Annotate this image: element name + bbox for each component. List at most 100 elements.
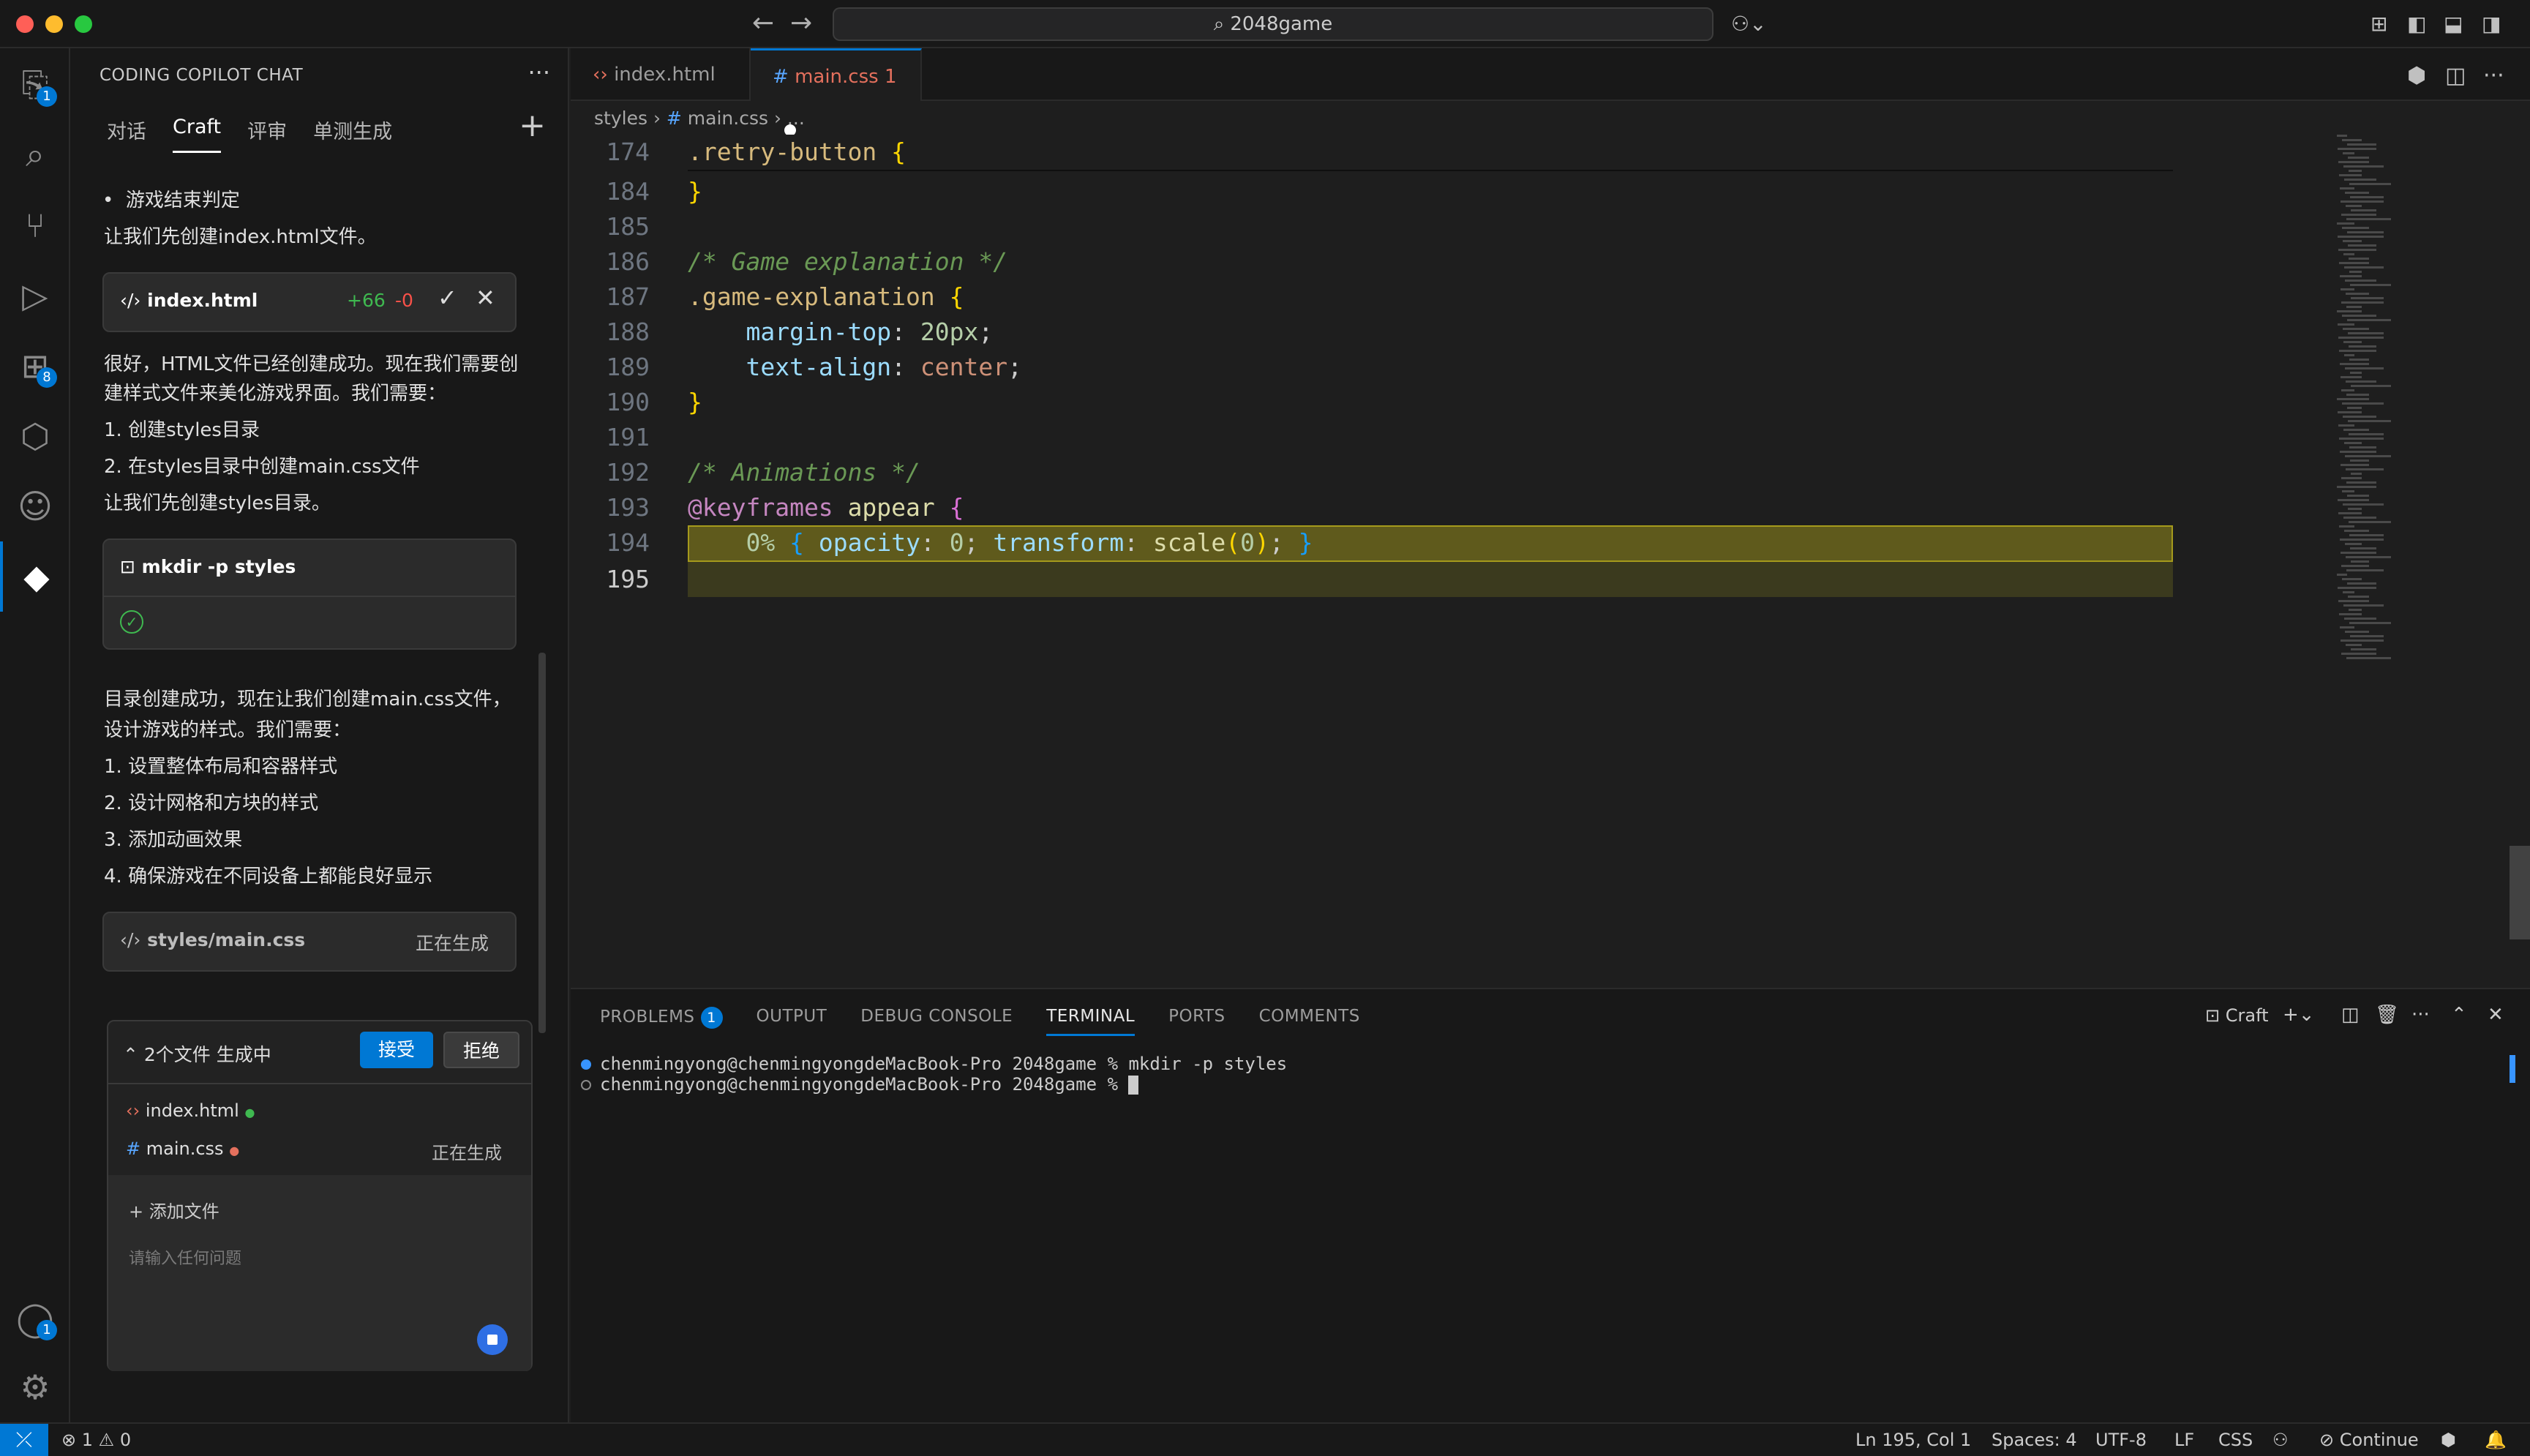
craft-status-icon[interactable]: ⬢ — [2441, 1424, 2456, 1456]
remote-indicator-icon[interactable]: ⤫ — [0, 1424, 48, 1456]
generating-file-card[interactable]: ‹/› styles/main.css 正在生成 — [102, 912, 517, 972]
accept-button[interactable]: 接受 — [360, 1032, 433, 1068]
split-terminal-icon[interactable]: ◫ — [2341, 1004, 2360, 1026]
minimap-line — [2341, 301, 2384, 304]
tab-ports[interactable]: PORTS — [1168, 1007, 1225, 1036]
maximize-panel-icon[interactable]: ⌃ — [2451, 1004, 2467, 1026]
new-terminal-icon[interactable]: +⌄ — [2283, 1004, 2315, 1026]
tab-terminal[interactable]: TERMINAL — [1046, 1007, 1136, 1036]
tab-unit-test[interactable]: 单测生成 — [313, 116, 392, 153]
minimap-line — [2349, 534, 2384, 536]
code-line[interactable]: 190} — [571, 385, 2334, 420]
more-actions-icon[interactable]: ··· — [2411, 1004, 2430, 1026]
chat-input[interactable]: 请输入任何问题 — [129, 1245, 509, 1275]
minimap[interactable] — [2334, 135, 2444, 705]
gen-file-item[interactable]: ‹› index.html ● — [126, 1100, 255, 1121]
split-editor-icon[interactable]: ◫ — [2445, 63, 2466, 89]
more-actions-icon[interactable]: ··· — [2483, 63, 2504, 89]
minimap-line — [2341, 376, 2362, 378]
breadcrumb-more[interactable]: ... — [787, 108, 805, 129]
source-control-icon[interactable]: ⑂ — [0, 190, 70, 260]
explorer-files-icon[interactable]: ⎘ 1 — [0, 50, 70, 120]
code-line[interactable]: 184} — [571, 174, 2334, 209]
breadcrumb-folder[interactable]: styles — [594, 108, 647, 129]
language-mode[interactable]: CSS — [2218, 1424, 2253, 1456]
minimap-line — [2338, 499, 2369, 501]
toggle-primary-sidebar-icon[interactable]: ◧ — [2407, 12, 2426, 36]
trash-icon[interactable]: 🗑 — [2375, 1004, 2399, 1026]
chat-scrollbar[interactable] — [538, 653, 546, 1033]
check-icon[interactable]: ✓ — [438, 284, 457, 312]
toggle-secondary-sidebar-icon[interactable]: ◨ — [2482, 12, 2501, 36]
continue-status[interactable]: ⊘ Continue — [2319, 1424, 2419, 1456]
minimap-line — [2346, 556, 2391, 558]
terminal-line[interactable]: chenmingyong@chenmingyongdeMacBook-Pro 2… — [581, 1074, 1139, 1095]
tab-chat[interactable]: 对话 — [107, 116, 146, 153]
tab-output[interactable]: OUTPUT — [757, 1007, 827, 1036]
editor-scrollbar[interactable] — [2510, 846, 2530, 939]
back-arrow-icon[interactable]: ← — [752, 10, 774, 37]
encoding[interactable]: UTF-8 — [2095, 1424, 2147, 1456]
close-panel-icon[interactable]: ✕ — [2488, 1004, 2504, 1026]
problems-status[interactable]: ⊗ 1 ⚠ 0 — [61, 1424, 131, 1456]
gen-file-item[interactable]: # main.css ● — [126, 1138, 239, 1159]
customize-layout-icon[interactable]: ⊞ — [2371, 12, 2387, 36]
code-line[interactable]: 174 .retry-button { — [571, 135, 2334, 170]
maximize-window-button[interactable] — [75, 15, 92, 33]
minimap-line — [2351, 473, 2362, 475]
file-change-card[interactable]: ‹/› index.html +66 -0 ✓ ✕ — [102, 272, 517, 332]
stop-generation-button[interactable] — [477, 1324, 508, 1355]
line-ending[interactable]: LF — [2174, 1424, 2194, 1456]
bell-icon[interactable]: 🔔 — [2485, 1424, 2507, 1456]
craft-action-icon[interactable]: ⬢ — [2407, 63, 2426, 89]
gear-icon[interactable]: ⚙ — [0, 1352, 70, 1422]
reject-button[interactable]: 拒绝 — [443, 1032, 519, 1068]
copilot-status-icon[interactable]: ⚇ — [2272, 1424, 2289, 1456]
terminal-selector[interactable]: ⊡ Craft — [2205, 1005, 2269, 1026]
remote-explorer-icon[interactable]: ⬡ — [0, 401, 70, 471]
forward-arrow-icon[interactable]: → — [790, 10, 812, 37]
indentation[interactable]: Spaces: 4 — [1992, 1424, 2077, 1456]
tab-craft[interactable]: Craft — [173, 116, 222, 153]
breadcrumb-file[interactable]: main.css — [688, 108, 768, 129]
add-file-button[interactable]: + 添加文件 — [129, 1197, 219, 1223]
search-icon[interactable]: ⌕ — [0, 120, 70, 190]
code-line[interactable]: 188 margin-top: 20px; — [571, 315, 2334, 350]
run-debug-icon[interactable]: ▷ — [0, 260, 70, 331]
minimap-line — [2347, 582, 2376, 585]
extensions-icon[interactable]: ⊞ 8 — [0, 331, 70, 401]
more-actions-icon[interactable]: ··· — [528, 59, 550, 86]
code-line[interactable]: 195 — [571, 562, 2334, 597]
toggle-panel-icon[interactable]: ⬓ — [2444, 12, 2463, 36]
code-line[interactable]: 186 /* Game explanation */ — [571, 244, 2334, 279]
account-icon[interactable]: ◯ 1 — [0, 1283, 70, 1354]
close-icon[interactable]: ✕ — [476, 284, 495, 312]
code-line[interactable]: 189 text-align: center; — [571, 350, 2334, 385]
tab-main-css[interactable]: # main.css 1 — [751, 48, 922, 136]
minimap-line — [2339, 613, 2362, 615]
code-line[interactable]: 187 .game-explanation { — [571, 279, 2334, 315]
minimap-line — [2348, 508, 2362, 510]
tab-review[interactable]: 评审 — [247, 116, 287, 153]
tab-problems[interactable]: PROBLEMS 1 — [600, 1007, 723, 1036]
tab-debug-console[interactable]: DEBUG CONSOLE — [860, 1007, 1013, 1036]
minimize-window-button[interactable] — [45, 15, 63, 33]
code-editor[interactable]: 174 .retry-button { 184} 185 186 /* Game expl… — [571, 135, 2334, 983]
close-window-button[interactable] — [16, 15, 34, 33]
minimap-line — [2341, 565, 2369, 567]
code-line[interactable]: 192 /* Animations */ — [571, 455, 2334, 490]
code-line[interactable]: 193 @keyframes appear { — [571, 490, 2334, 525]
code-line[interactable]: 191 — [571, 420, 2334, 455]
tab-index-html[interactable]: ‹› index.html — [571, 48, 751, 101]
craft-icon[interactable]: ◆ — [0, 541, 70, 612]
code-line[interactable]: 185 — [571, 209, 2334, 244]
copilot-menu-icon[interactable]: ⚇⌄ — [1731, 12, 1767, 36]
new-chat-icon[interactable]: + — [519, 107, 546, 144]
generation-header[interactable]: ⌃ 2个文件 生成中 — [123, 1040, 271, 1067]
minimap-line — [2338, 600, 2369, 602]
tab-comments[interactable]: COMMENTS — [1259, 1007, 1360, 1036]
robot-icon[interactable]: ☺ — [0, 471, 70, 541]
command-center-search[interactable]: ⌕ 2048game — [833, 7, 1713, 41]
cursor-position[interactable]: Ln 195, Col 1 — [1855, 1424, 1971, 1456]
code-line[interactable]: 194 0% { opacity: 0; transform: scale(0)… — [571, 525, 2334, 560]
